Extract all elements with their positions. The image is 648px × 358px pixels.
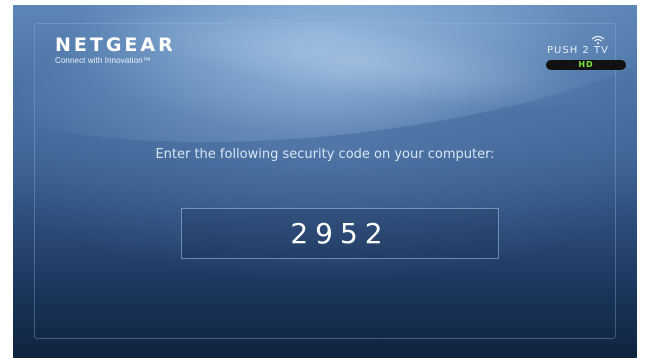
security-code-value: 2952	[290, 217, 390, 250]
wifi-signal-icon	[591, 35, 605, 45]
brand-tagline: Connect with Innovation™	[55, 56, 151, 65]
security-code-box: 2952	[181, 208, 499, 259]
netgear-logo: NETGEAR Connect with Innovation™	[55, 35, 205, 65]
brand-name: NETGEAR	[55, 34, 176, 56]
hd-badge: HD	[546, 60, 626, 70]
product-name: PUSH 2 TV	[547, 45, 609, 56]
screen-frame	[34, 23, 616, 339]
push2tv-logo: PUSH 2 TV HD	[543, 35, 627, 71]
tv-screen: NETGEAR Connect with Innovation™ PUSH 2 …	[13, 5, 637, 358]
security-code-prompt: Enter the following security code on you…	[155, 147, 495, 162]
